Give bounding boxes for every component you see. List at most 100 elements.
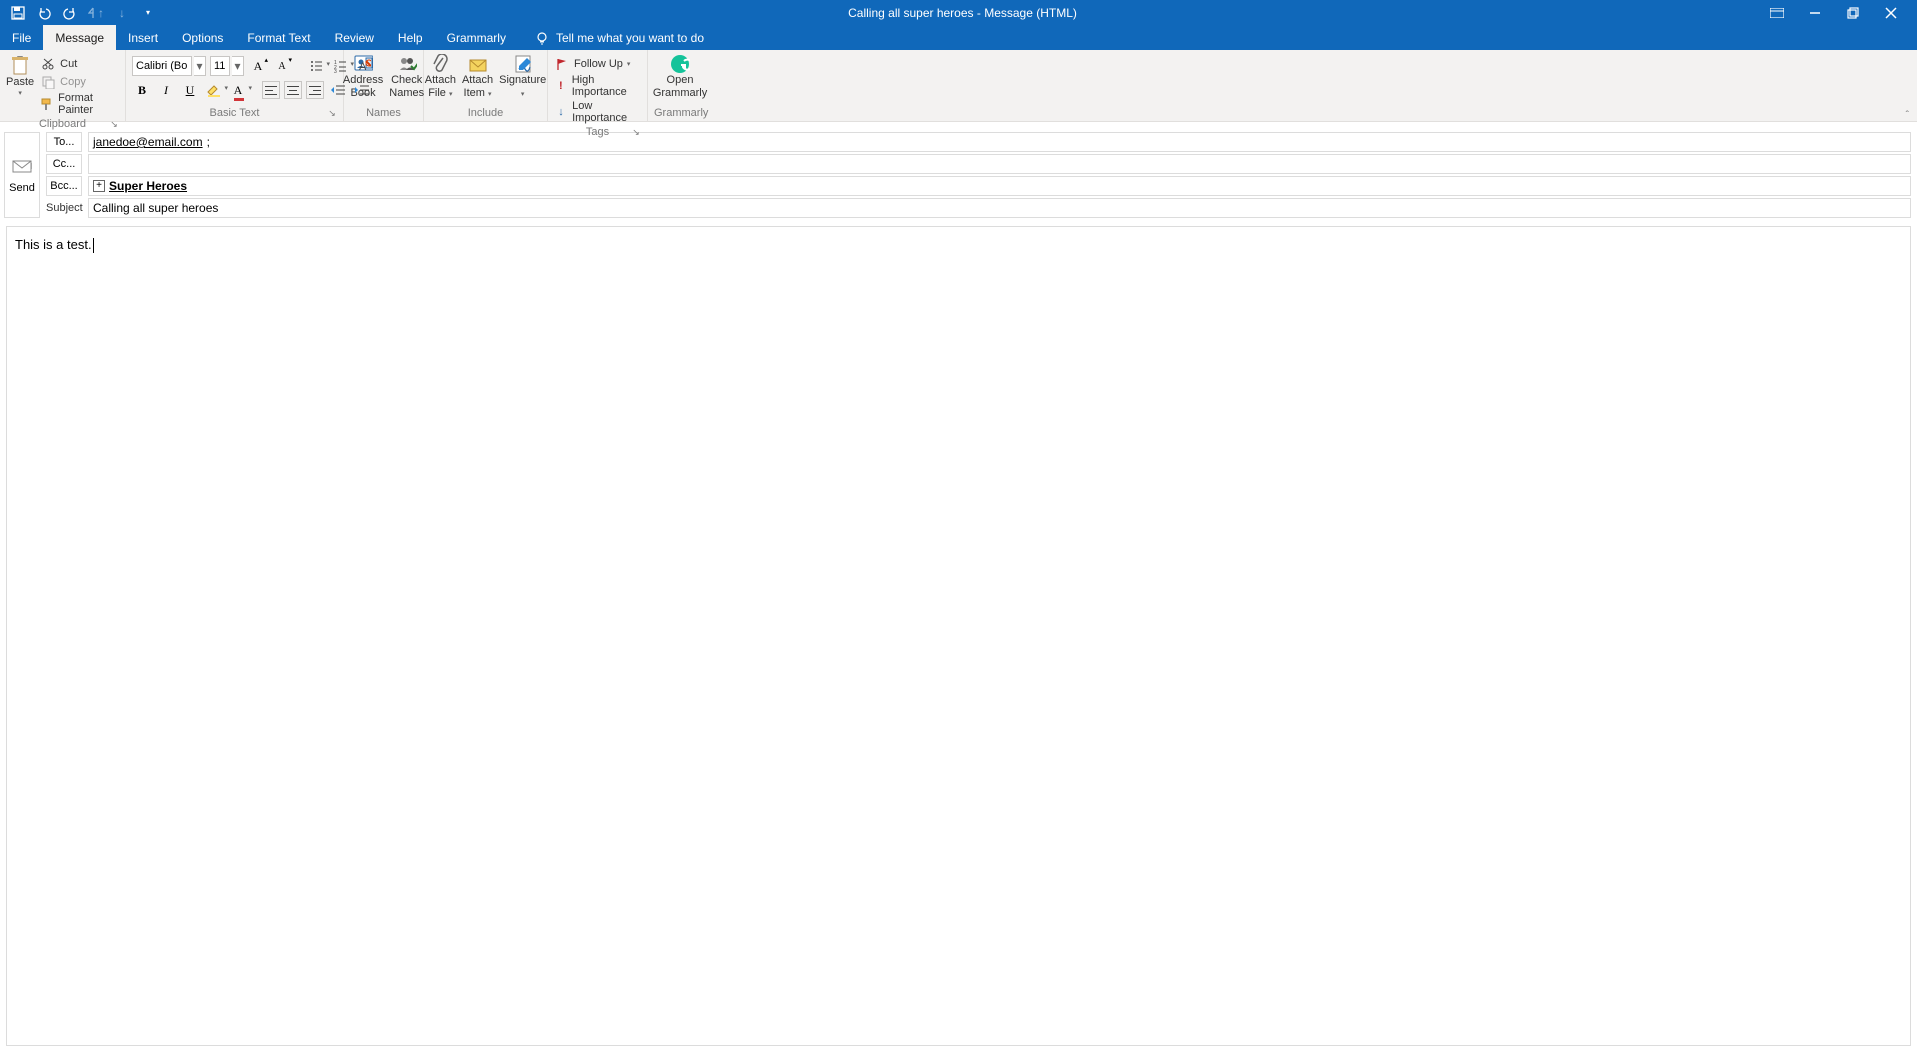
tab-review[interactable]: Review <box>323 25 386 50</box>
clear-formatting-button[interactable]: A <box>354 56 374 76</box>
redo-icon[interactable] <box>62 5 78 21</box>
to-recipient[interactable]: janedoe@email.com <box>93 135 203 149</box>
font-size-dropdown[interactable]: ▾ <box>210 56 244 76</box>
high-importance-icon: ! <box>554 78 568 94</box>
cc-button[interactable]: Cc... <box>46 154 82 174</box>
low-importance-label: Low Importance <box>572 100 641 124</box>
save-icon[interactable] <box>10 5 26 21</box>
copy-button[interactable]: Copy <box>40 74 119 90</box>
address-fields: janedoe@email.com; + Super Heroes <box>88 132 1911 218</box>
follow-up-button[interactable]: Follow Up ▾ <box>554 56 630 72</box>
group-grammarly-label: Grammarly <box>654 105 706 121</box>
paste-button[interactable]: Paste ▾ <box>6 54 34 108</box>
bullets-button[interactable]: ▾ <box>306 56 326 76</box>
attach-item-button[interactable]: AttachItem ▾ <box>462 54 493 101</box>
tab-file[interactable]: File <box>0 25 43 50</box>
titlebar: ↑ ↓ ▾ Calling all super heroes - Message… <box>0 0 1917 25</box>
align-left-button[interactable] <box>262 81 280 99</box>
group-tags-label: Tags ↘ <box>554 124 641 140</box>
group-grammarly: OpenGrammarly Grammarly <box>648 50 712 121</box>
tab-message[interactable]: Message <box>43 25 116 50</box>
collapse-ribbon-icon[interactable]: ˆ <box>1906 110 1909 121</box>
increase-indent-button[interactable] <box>352 80 372 100</box>
font-name-dropdown[interactable]: ▾ <box>132 56 206 76</box>
group-basic-text-label: Basic Text ↘ <box>132 105 337 121</box>
paperclip-icon <box>430 54 450 74</box>
high-importance-button[interactable]: ! High Importance <box>554 74 641 98</box>
subject-label: Subject <box>46 198 82 218</box>
tab-insert[interactable]: Insert <box>116 25 170 50</box>
font-color-button[interactable]: A ▾ <box>228 80 248 100</box>
expand-group-icon[interactable]: + <box>93 180 105 192</box>
decrease-indent-button[interactable] <box>328 80 348 100</box>
tags-launcher-icon[interactable]: ↘ <box>631 127 641 138</box>
shrink-font-button[interactable]: A▾ <box>272 56 292 76</box>
italic-button[interactable]: I <box>156 80 176 100</box>
send-button[interactable]: Send <box>4 132 40 218</box>
open-grammarly-button[interactable]: OpenGrammarly <box>653 54 707 100</box>
ribbon-display-icon[interactable] <box>1769 5 1785 21</box>
signature-label: Signature▾ <box>499 74 546 101</box>
cc-field[interactable] <box>88 154 1911 174</box>
quick-access-toolbar: ↑ ↓ ▾ <box>0 5 156 21</box>
subject-field[interactable] <box>88 198 1911 218</box>
undo-icon[interactable] <box>36 5 52 21</box>
group-names-label: Names <box>350 105 417 121</box>
font-name-input[interactable] <box>132 56 192 76</box>
check-names-icon <box>397 54 417 74</box>
underline-button[interactable]: U <box>180 80 200 100</box>
bcc-field[interactable]: + Super Heroes <box>88 176 1911 196</box>
open-grammarly-label: OpenGrammarly <box>653 74 707 100</box>
attach-item-label: AttachItem ▾ <box>462 74 493 101</box>
group-include-label: Include <box>430 105 541 121</box>
check-names-button[interactable]: CheckNames <box>389 54 424 100</box>
tab-options[interactable]: Options <box>170 25 235 50</box>
tab-grammarly[interactable]: Grammarly <box>435 25 518 50</box>
signature-button[interactable]: Signature▾ <box>499 54 546 101</box>
attach-file-button[interactable]: AttachFile ▾ <box>425 54 456 101</box>
lightbulb-icon <box>534 30 550 46</box>
close-icon[interactable] <box>1883 5 1899 21</box>
message-body[interactable]: This is a test. <box>6 226 1911 1046</box>
to-button[interactable]: To... <box>46 132 82 152</box>
address-labels: To... Cc... Bcc... Subject <box>46 132 82 218</box>
chevron-down-icon[interactable]: ▾ <box>232 56 244 76</box>
high-importance-label: High Importance <box>572 74 641 98</box>
window-title: Calling all super heroes - Message (HTML… <box>156 6 1769 20</box>
numbering-button[interactable]: 123 ▾ <box>330 56 350 76</box>
follow-up-label: Follow Up <box>574 58 623 70</box>
format-painter-button[interactable]: Format Painter <box>40 92 119 116</box>
grow-font-button[interactable]: A▴ <box>248 56 268 76</box>
group-clipboard: Paste ▾ Cut Copy <box>0 50 126 121</box>
bcc-recipient[interactable]: Super Heroes <box>109 179 187 193</box>
bold-button[interactable]: B <box>132 80 152 100</box>
ribbon-tabs: File Message Insert Options Format Text … <box>0 25 1917 50</box>
font-size-input[interactable] <box>210 56 230 76</box>
flag-icon <box>554 56 570 72</box>
tab-help[interactable]: Help <box>386 25 435 50</box>
signature-icon <box>513 54 533 74</box>
to-field[interactable]: janedoe@email.com; <box>88 132 1911 152</box>
align-center-button[interactable] <box>284 81 302 99</box>
paste-icon <box>10 56 30 76</box>
address-area: Send To... Cc... Bcc... Subject janedoe@… <box>0 122 1917 222</box>
check-names-label: CheckNames <box>389 74 424 100</box>
previous-icon[interactable]: ↑ <box>88 5 104 21</box>
highlight-button[interactable]: ▾ <box>204 80 224 100</box>
maximize-icon[interactable] <box>1845 5 1861 21</box>
clipboard-launcher-icon[interactable]: ↘ <box>109 119 119 130</box>
bcc-button[interactable]: Bcc... <box>46 176 82 196</box>
low-importance-button[interactable]: ↓ Low Importance <box>554 100 641 124</box>
next-icon[interactable]: ↓ <box>114 5 130 21</box>
minimize-icon[interactable] <box>1807 5 1823 21</box>
chevron-down-icon[interactable]: ▾ <box>194 56 206 76</box>
customize-qat-icon[interactable]: ▾ <box>140 5 156 21</box>
basic-text-launcher-icon[interactable]: ↘ <box>327 108 337 119</box>
ribbon: Paste ▾ Cut Copy <box>0 50 1917 122</box>
tell-me-search[interactable]: Tell me what you want to do <box>518 25 704 50</box>
cut-button[interactable]: Cut <box>40 56 119 72</box>
group-clipboard-label: Clipboard ↘ <box>6 116 119 132</box>
body-text: This is a test. <box>15 237 92 252</box>
align-right-button[interactable] <box>306 81 324 99</box>
tab-format-text[interactable]: Format Text <box>235 25 322 50</box>
